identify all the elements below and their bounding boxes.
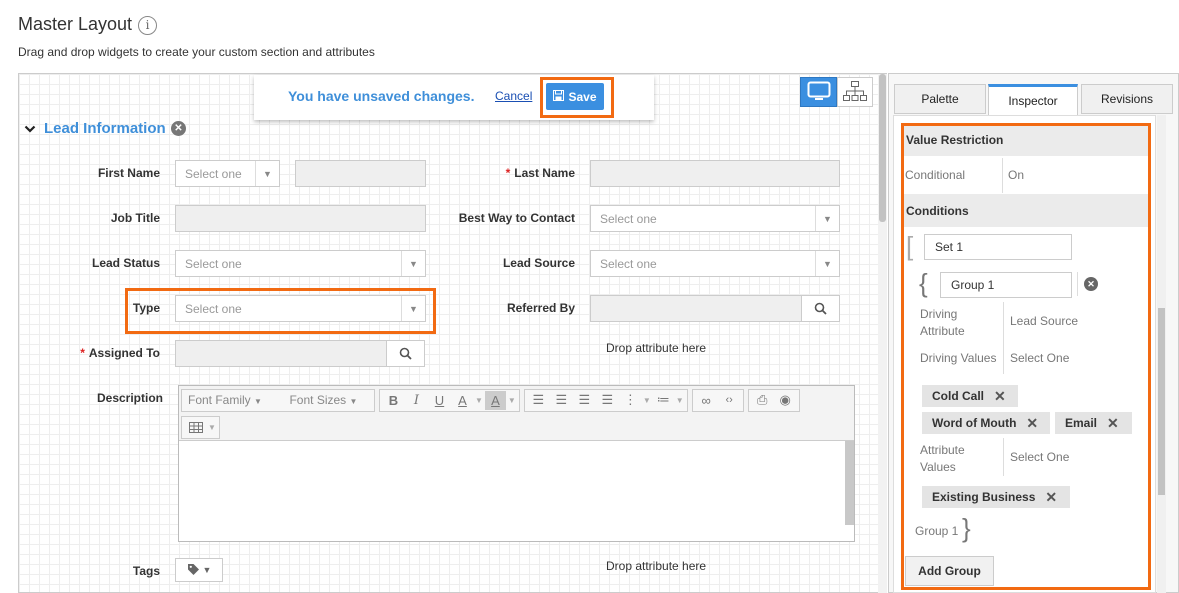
format-group: B I U A ▼ A ▼ <box>379 388 520 412</box>
font-color-icon[interactable]: A <box>452 391 473 410</box>
best-way-select[interactable]: Select one ▼ <box>590 205 840 232</box>
referred-by-label: Referred By <box>506 301 575 315</box>
font-family-select[interactable]: Font Family ▼ <box>185 393 279 407</box>
required-marker: * <box>505 166 511 180</box>
table-group: ▼ <box>181 415 220 439</box>
underline-icon[interactable]: U <box>429 391 450 410</box>
type-highlight <box>125 288 436 334</box>
required-marker: * <box>80 346 85 360</box>
chevron-down-icon: ▼ <box>202 565 212 575</box>
first-name-label: First Name <box>97 166 160 180</box>
lead-status-placeholder: Select one <box>185 256 242 271</box>
align-left-icon[interactable]: ☰ <box>528 391 549 410</box>
italic-icon[interactable]: I <box>406 391 427 410</box>
job-title-label: Job Title <box>110 211 160 225</box>
tab-revisions[interactable]: Revisions <box>1081 84 1173 114</box>
lead-source-select[interactable]: Select one ▼ <box>590 250 840 277</box>
assigned-to-label: * Assigned To <box>40 346 160 360</box>
chevron-down-icon[interactable]: ▼ <box>475 396 483 405</box>
page-subtitle: Drag and drop widgets to create your cus… <box>18 45 375 59</box>
tags-label: Tags <box>132 564 160 578</box>
font-size-select[interactable]: Font Sizes ▼ <box>281 393 371 407</box>
canvas-scroll-thumb[interactable] <box>879 74 886 222</box>
assigned-to-input[interactable] <box>175 340 425 367</box>
editor-toolbar-row2: ▼ <box>179 414 854 441</box>
remove-section-icon[interactable]: ✕ <box>171 121 186 136</box>
job-title-input[interactable] <box>175 205 426 232</box>
bg-color-icon[interactable]: A <box>484 390 506 410</box>
inspector-scroll-thumb[interactable] <box>1158 308 1165 495</box>
save-highlight <box>540 77 614 118</box>
chevron-down-icon[interactable]: ▼ <box>643 396 651 405</box>
lead-status-select[interactable]: Select one ▼ <box>175 250 426 277</box>
page-title: Master Layout <box>18 14 133 34</box>
justify-icon[interactable]: ☰ <box>597 391 618 410</box>
drop-zone[interactable]: Drop attribute here <box>606 341 706 355</box>
editor-scrollbar[interactable] <box>845 441 854 525</box>
lead-source-label: Lead Source <box>502 256 575 270</box>
code-icon[interactable]: ‹› <box>719 391 740 410</box>
dropdown-arrow-icon: ▼ <box>401 251 425 276</box>
insert-group: ∞ ‹› <box>691 388 744 412</box>
font-size-label: Font Sizes <box>289 393 347 407</box>
align-right-icon[interactable]: ☰ <box>574 391 595 410</box>
section-title: Lead Information <box>44 120 166 137</box>
preview-icon[interactable]: ◉ <box>775 391 796 410</box>
font-family-label: Font Family <box>188 393 251 407</box>
bullet-list-icon[interactable]: ⋮ <box>620 391 641 410</box>
search-icon[interactable] <box>386 341 424 366</box>
last-name-label: * Last Name <box>440 166 575 180</box>
chevron-down-icon[interactable]: ▼ <box>208 423 216 432</box>
tab-inspector[interactable]: Inspector <box>988 84 1078 115</box>
chevron-down-icon[interactable]: ▼ <box>508 396 516 405</box>
last-name-input[interactable] <box>590 160 840 187</box>
desktop-view-button[interactable] <box>800 77 837 107</box>
dropdown-arrow-icon: ▼ <box>815 251 839 276</box>
view-group: ⎙ ◉ <box>747 388 800 412</box>
hierarchy-view-button[interactable] <box>837 77 873 107</box>
search-icon[interactable] <box>801 296 839 321</box>
inspector-highlight <box>901 123 1151 590</box>
collapse-chevron-icon[interactable] <box>24 121 36 137</box>
table-icon[interactable] <box>185 418 206 437</box>
numbered-list-icon[interactable]: ≔ <box>653 391 674 410</box>
tag-icon <box>187 563 200 578</box>
tags-dropdown[interactable]: ▼ <box>175 558 223 582</box>
dropdown-arrow-icon: ▼ <box>815 206 839 231</box>
align-group: ☰ ☰ ☰ ☰ ⋮ ▼ ≔ ▼ <box>523 388 688 412</box>
monitor-icon <box>807 81 831 104</box>
lead-status-label: Lead Status <box>91 256 160 270</box>
link-icon[interactable]: ∞ <box>696 391 717 410</box>
best-way-placeholder: Select one <box>600 211 657 226</box>
tab-palette[interactable]: Palette <box>894 84 986 114</box>
unsaved-message: You have unsaved changes. <box>288 88 475 104</box>
chevron-down-icon[interactable]: ▼ <box>676 396 684 405</box>
cancel-link[interactable]: Cancel <box>495 89 532 103</box>
editor-toolbar: Font Family ▼ Font Sizes ▼ B I U A ▼ A ▼… <box>179 386 854 414</box>
drop-zone[interactable]: Drop attribute here <box>606 559 706 573</box>
salutation-select[interactable]: Select one ▼ <box>175 160 280 187</box>
salutation-placeholder: Select one <box>185 166 242 181</box>
dropdown-arrow-icon: ▼ <box>255 161 279 186</box>
info-icon[interactable]: i <box>138 16 157 35</box>
first-name-input[interactable] <box>295 160 426 187</box>
bold-icon[interactable]: B <box>383 391 404 410</box>
last-name-label-text: Last Name <box>514 166 575 180</box>
assigned-to-label-text: Assigned To <box>88 346 160 360</box>
referred-by-input[interactable] <box>590 295 840 322</box>
best-way-label: Best Way to Contact <box>458 211 575 225</box>
align-center-icon[interactable]: ☰ <box>551 391 572 410</box>
font-group: Font Family ▼ Font Sizes ▼ <box>181 388 375 412</box>
lead-source-placeholder: Select one <box>600 256 657 271</box>
description-label: Description <box>96 391 163 405</box>
print-icon[interactable]: ⎙ <box>752 391 773 410</box>
hierarchy-icon <box>842 80 868 105</box>
